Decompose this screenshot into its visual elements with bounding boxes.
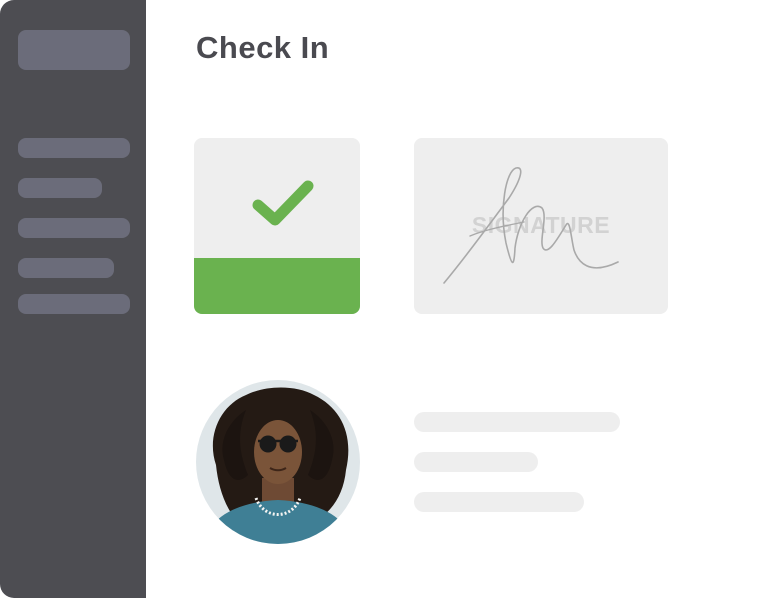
sidebar <box>0 0 146 598</box>
sidebar-logo-placeholder <box>18 30 130 70</box>
sidebar-item[interactable] <box>18 138 130 158</box>
user-avatar <box>196 380 360 544</box>
profile-detail-placeholder <box>414 412 620 432</box>
check-in-status-bar <box>194 258 360 314</box>
sidebar-item[interactable] <box>18 258 114 278</box>
checkmark-icon <box>252 180 314 226</box>
sidebar-item[interactable] <box>18 178 102 198</box>
signature-pad[interactable]: SIGNATURE <box>414 138 668 314</box>
sidebar-item[interactable] <box>18 294 130 314</box>
sidebar-item[interactable] <box>18 218 130 238</box>
check-in-status-card[interactable] <box>194 138 360 314</box>
signature-scribble <box>443 167 619 284</box>
profile-detail-placeholder <box>414 492 584 512</box>
profile-detail-placeholder <box>414 452 538 472</box>
page-title: Check In <box>196 30 330 65</box>
